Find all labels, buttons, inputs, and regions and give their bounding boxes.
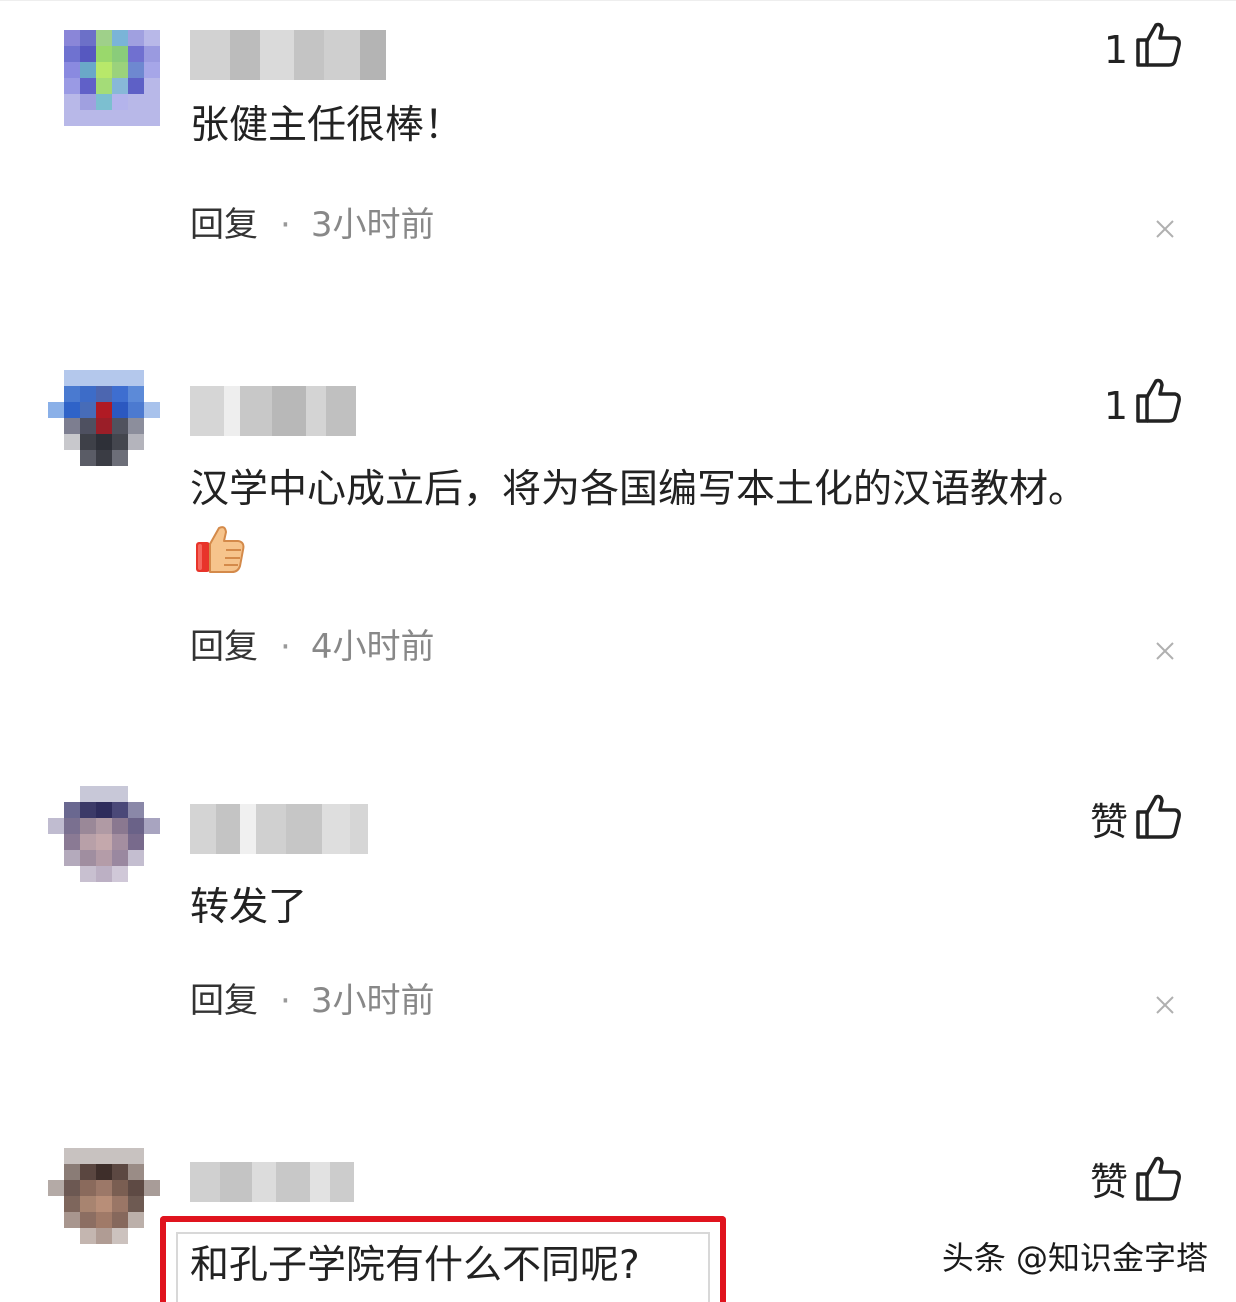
comment-text: 汉学中心成立后，将为各国编写本土化的汉语教材。 bbox=[190, 467, 1088, 512]
reply-button[interactable]: 回复 bbox=[190, 627, 258, 667]
reply-button[interactable]: 回复 bbox=[190, 981, 258, 1021]
divider bbox=[0, 0, 1236, 1]
thumbs-up-icon[interactable] bbox=[1134, 20, 1184, 70]
close-icon[interactable] bbox=[1154, 218, 1176, 240]
meta-separator: · bbox=[280, 981, 291, 1021]
avatar[interactable] bbox=[48, 1148, 160, 1260]
comment-text: 张健主任很棒！ bbox=[190, 103, 464, 148]
username-redacted[interactable] bbox=[190, 804, 368, 854]
thumbs-up-icon[interactable] bbox=[1134, 1154, 1184, 1204]
timestamp: 3小时前 bbox=[310, 205, 435, 245]
like-button-label[interactable]: 赞 bbox=[1090, 792, 1128, 852]
close-icon[interactable] bbox=[1154, 640, 1176, 662]
avatar[interactable] bbox=[48, 786, 160, 898]
reply-button[interactable]: 回复 bbox=[190, 205, 258, 245]
comment-meta: 回复 · 3小时前 bbox=[190, 200, 434, 250]
thumbs-up-emoji bbox=[196, 526, 245, 573]
watermark: 头条 @知识金字塔 bbox=[941, 1239, 1208, 1277]
username-redacted[interactable] bbox=[190, 1162, 354, 1202]
close-icon[interactable] bbox=[1154, 994, 1176, 1016]
comment-meta: 回复 · 4小时前 bbox=[190, 622, 434, 672]
timestamp: 4小时前 bbox=[310, 627, 435, 667]
meta-separator: · bbox=[280, 205, 291, 245]
avatar[interactable] bbox=[48, 370, 160, 482]
like-count: 1 bbox=[1103, 384, 1128, 428]
comment-text: 转发了 bbox=[190, 885, 308, 930]
username-redacted[interactable] bbox=[190, 30, 386, 80]
highlight-annotation bbox=[160, 1216, 726, 1302]
comment-meta: 回复 · 3小时前 bbox=[190, 976, 434, 1026]
avatar[interactable] bbox=[48, 14, 160, 126]
username-redacted[interactable] bbox=[190, 386, 356, 436]
comment-item: 赞 转发了 回复 · 3小时前 bbox=[0, 786, 1236, 1146]
like-button-label[interactable]: 赞 bbox=[1090, 1152, 1128, 1212]
timestamp: 3小时前 bbox=[310, 981, 435, 1021]
like-count: 1 bbox=[1103, 28, 1128, 72]
meta-separator: · bbox=[280, 627, 291, 667]
thumbs-up-icon[interactable] bbox=[1134, 792, 1184, 842]
thumbs-up-icon[interactable] bbox=[1134, 376, 1184, 426]
comment-item: 1 张健主任很棒！ 回复 · 3小时前 bbox=[0, 14, 1236, 374]
comment-item: 1 汉学中心成立后，将为各国编写本土化的汉语教材。 回复 · 4小时前 bbox=[0, 370, 1236, 730]
